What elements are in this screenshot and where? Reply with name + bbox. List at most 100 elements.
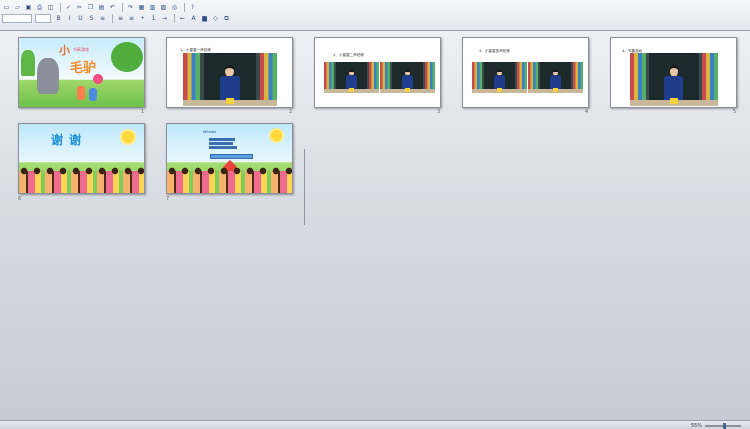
slide-thumbnail[interactable]: 3、小星星多声拍练 xyxy=(462,37,589,108)
shape-button[interactable]: ◇ xyxy=(211,14,220,23)
paste-icon: ▤ xyxy=(98,3,105,11)
kids-illustration xyxy=(19,166,144,193)
cut-button[interactable]: ✂ xyxy=(75,3,84,12)
align-right-button[interactable]: ≡ xyxy=(127,14,136,23)
video-frame xyxy=(472,62,527,93)
underline-icon: U xyxy=(78,14,83,22)
bullets-icon: • xyxy=(140,14,145,22)
save-icon: ▣ xyxy=(25,3,32,11)
strike-icon: S xyxy=(89,14,94,22)
fill-color-icon: ▆ xyxy=(202,14,207,22)
zoom-control[interactable]: 55% xyxy=(691,422,744,429)
slide-number: 3 xyxy=(437,109,441,115)
new-button[interactable]: ▭ xyxy=(2,3,11,12)
zoom-button[interactable]: ◎ xyxy=(170,3,179,12)
underline-button[interactable]: U xyxy=(76,14,85,23)
slide-thumbnail[interactable]: 谢 谢 xyxy=(18,123,145,194)
review-lines xyxy=(209,138,237,149)
image-button[interactable]: ▨ xyxy=(159,3,168,12)
new-icon: ▭ xyxy=(3,3,10,11)
indent-button[interactable]: → xyxy=(160,14,169,23)
video-frame xyxy=(630,53,718,106)
zoom-icon: ◎ xyxy=(171,3,178,11)
save-button[interactable]: ▣ xyxy=(24,3,33,12)
status-bar: 55% xyxy=(0,420,750,429)
zoom-slider-knob[interactable] xyxy=(723,422,727,429)
slide-thumbnail[interactable]: 2、小星星二声拍练 xyxy=(314,37,441,108)
slide-thumbnail[interactable]: 4、节奏游戏 xyxy=(610,37,737,108)
align-center-button[interactable]: ≡ xyxy=(116,14,125,23)
slide-thumbnail[interactable]: 1、小星星一声拍练 xyxy=(166,37,293,108)
help-button[interactable]: ? xyxy=(188,3,197,12)
tree-shape xyxy=(111,42,143,72)
slide-number: 7 xyxy=(166,196,170,202)
video-frame xyxy=(324,62,379,93)
tree-shape xyxy=(21,50,35,76)
formatting-toolbar-row: B I U S ≡ ≡ ≡ • 1 → ← A ▆ ◇ ⧉ xyxy=(2,13,233,24)
review-line xyxy=(209,142,233,145)
copy-icon: ❐ xyxy=(87,3,94,11)
zoom-slider[interactable] xyxy=(705,422,741,429)
font-color-button[interactable]: A xyxy=(189,14,198,23)
toolbar-separator xyxy=(112,14,113,23)
italic-button[interactable]: I xyxy=(65,14,74,23)
highlight-box xyxy=(210,154,253,159)
copy-button[interactable]: ❐ xyxy=(86,3,95,12)
toolbar-separator xyxy=(60,3,61,12)
align-center-icon: ≡ xyxy=(117,14,124,22)
slide-heading: Whistle xyxy=(203,130,217,134)
spell-icon: ✓ xyxy=(65,3,72,11)
numbering-button[interactable]: 1 xyxy=(149,14,158,23)
bold-button[interactable]: B xyxy=(54,14,63,23)
bullets-button[interactable]: • xyxy=(138,14,147,23)
redo-button[interactable]: ↷ xyxy=(126,3,135,12)
zoom-percent: 55% xyxy=(690,422,702,429)
slide-heading: 3、小星星多声拍练 xyxy=(479,49,511,53)
toolbar-separator xyxy=(174,14,175,23)
spell-button[interactable]: ✓ xyxy=(64,3,73,12)
paste-button[interactable]: ▤ xyxy=(97,3,106,12)
slide-heading: 2、小星星二声拍练 xyxy=(333,53,365,57)
numbering-icon: 1 xyxy=(151,14,156,22)
font-size-combo[interactable] xyxy=(35,14,51,23)
shape-icon: ◇ xyxy=(213,14,218,22)
slide-number: 6 xyxy=(18,196,22,202)
insertion-marker xyxy=(304,149,305,225)
table-icon: ▦ xyxy=(138,3,145,11)
preview-button[interactable]: ◫ xyxy=(46,3,55,12)
open-icon: ▱ xyxy=(15,3,20,11)
slide-thumbnail[interactable]: 小 节奏游戏 毛驴 xyxy=(18,37,145,108)
video-frame xyxy=(183,53,277,106)
slide-sorter-pane: 小 节奏游戏 毛驴 1 1、小星星一声拍练 2 2、小星星二声拍练 3 3、小星… xyxy=(0,31,750,420)
slide-number: 1 xyxy=(141,109,145,115)
child-figure xyxy=(89,88,97,101)
kids-illustration xyxy=(167,166,292,193)
undo-button[interactable]: ↶ xyxy=(108,3,117,12)
font-name-combo[interactable] xyxy=(2,14,32,23)
toolbar: ▭ ▱ ▣ ⎙ ◫ ✓ ✂ ❐ ▤ ↶ ↷ ▦ ▥ ▨ ◎? B I U S ≡ ≡ ≡ • 1 → ← A ▆ ◇ ⧉ xyxy=(0,0,750,31)
arrange-button[interactable]: ⧉ xyxy=(222,14,231,23)
standard-toolbar-row: ▭ ▱ ▣ ⎙ ◫ ✓ ✂ ❐ ▤ ↶ ↷ ▦ ▥ ▨ ◎? xyxy=(2,2,199,13)
font-color-icon: A xyxy=(191,14,196,22)
chart-button[interactable]: ▥ xyxy=(148,3,157,12)
table-button[interactable]: ▦ xyxy=(137,3,146,12)
open-button[interactable]: ▱ xyxy=(13,3,22,12)
print-button[interactable]: ⎙ xyxy=(35,3,44,12)
align-left-button[interactable]: ≡ xyxy=(98,14,107,23)
toolbar-separator xyxy=(122,3,123,12)
title-text: 毛驴 xyxy=(70,61,97,76)
bold-icon: B xyxy=(56,14,61,22)
fill-color-button[interactable]: ▆ xyxy=(200,14,209,23)
outdent-button[interactable]: ← xyxy=(178,14,187,23)
review-line xyxy=(209,146,237,149)
slide-thumbnail[interactable]: Whistle xyxy=(166,123,293,194)
balloon-image xyxy=(93,74,103,84)
sun-image xyxy=(122,131,134,143)
image-icon: ▨ xyxy=(160,3,167,11)
italic-icon: I xyxy=(68,14,71,22)
strike-button[interactable]: S xyxy=(87,14,96,23)
sun-image xyxy=(271,130,282,141)
help-icon: ? xyxy=(190,3,195,11)
undo-icon: ↶ xyxy=(109,3,116,11)
slide-number: 4 xyxy=(585,109,589,115)
